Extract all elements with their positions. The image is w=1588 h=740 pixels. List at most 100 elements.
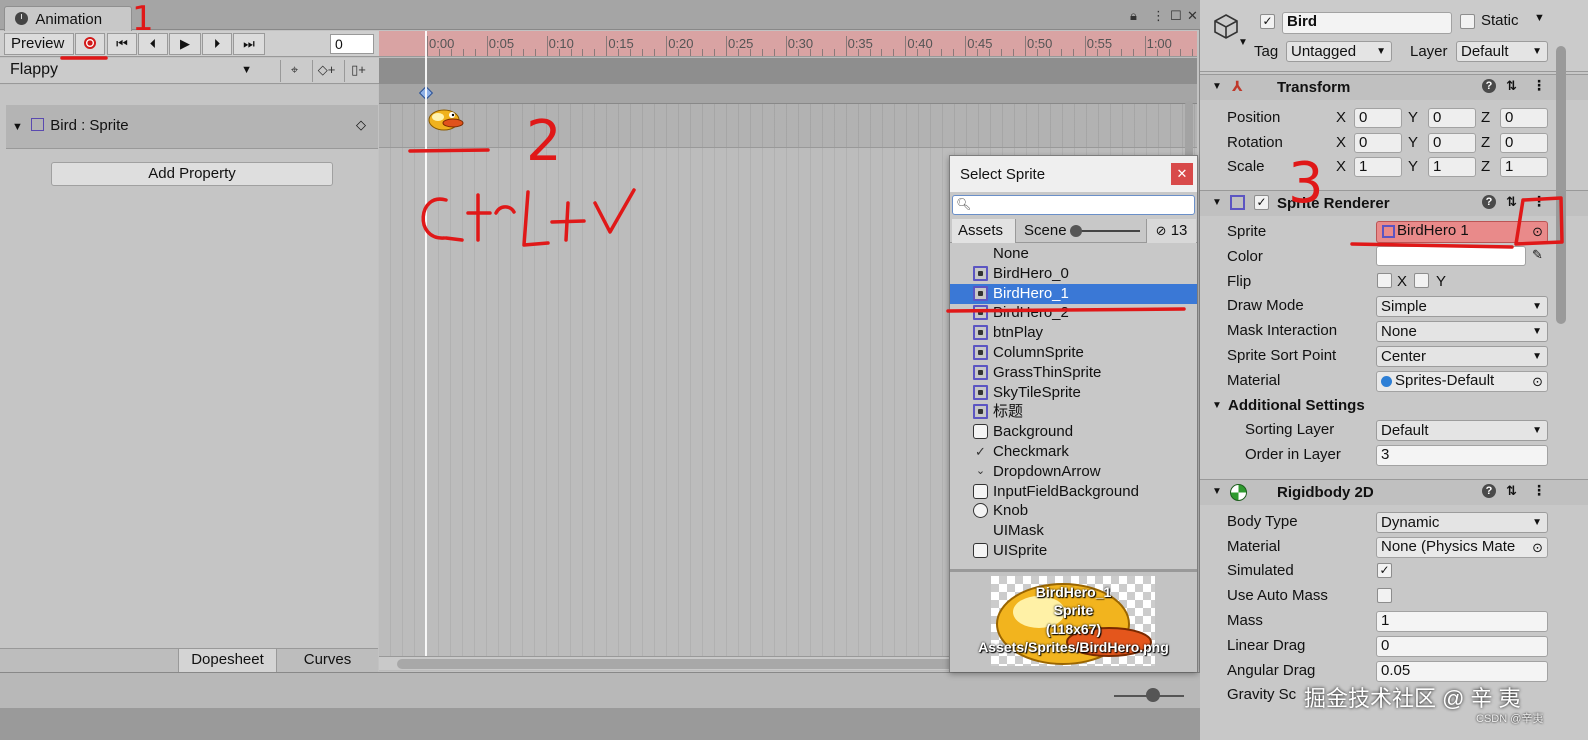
sprite-list-item[interactable]: Background — [950, 422, 1197, 442]
sprite-list-item[interactable]: BirdHero_0 — [950, 264, 1197, 284]
static-checkbox[interactable] — [1460, 14, 1475, 29]
inspector-scrollbar[interactable] — [1556, 46, 1566, 324]
hidden-packages-toggle[interactable]: ⊘ 13 — [1146, 219, 1196, 243]
sprite-list-item[interactable]: ✓ Checkmark — [950, 442, 1197, 462]
flip-x-checkbox[interactable] — [1377, 273, 1392, 288]
last-key-button[interactable]: ⏭ — [233, 33, 265, 55]
eyedropper-icon[interactable]: ✎ — [1532, 247, 1543, 263]
object-picker-icon[interactable]: ⊙ — [1532, 223, 1543, 241]
sprite-renderer-enabled-checkbox[interactable]: ✓ — [1254, 195, 1269, 210]
icon-size-slider-track[interactable] — [1074, 230, 1140, 232]
next-key-button[interactable]: ⏵ — [202, 33, 232, 55]
sprite-list-item[interactable]: ⌄ DropdownArrow — [950, 462, 1197, 482]
transform-y-field[interactable]: 0 — [1428, 133, 1476, 153]
preview-button[interactable]: Preview — [4, 33, 74, 55]
animation-tab[interactable]: Animation — [4, 6, 132, 31]
sprite-list-item[interactable]: SkyTileSprite — [950, 383, 1197, 403]
draw-mode-dropdown[interactable]: Simple ▼ — [1376, 296, 1548, 317]
sprite-list-item[interactable]: BirdHero_2 — [950, 303, 1197, 323]
order-in-layer-field[interactable]: 3 — [1376, 445, 1548, 466]
add-property-button[interactable]: Add Property — [51, 162, 333, 186]
additional-settings-label[interactable]: Additional Settings — [1228, 397, 1365, 414]
keyframe-diamond-icon[interactable]: ◇ — [356, 117, 366, 133]
time-ruler[interactable]: 0:00 0:05 0:10 0:15 0:20 0:25 0:30 0:35 0:40 0:45… — [379, 31, 1197, 57]
first-key-button[interactable]: ⏮ — [107, 33, 137, 55]
mask-interaction-dropdown[interactable]: None ▼ — [1376, 321, 1548, 342]
playhead[interactable] — [425, 31, 427, 656]
sprite-key-row[interactable] — [379, 104, 1197, 148]
presets-icon[interactable]: ⇅ — [1506, 194, 1517, 210]
sprite-list-item[interactable]: ColumnSprite — [950, 343, 1197, 363]
transform-z-field[interactable]: 0 — [1500, 108, 1548, 128]
record-button[interactable] — [75, 33, 105, 55]
presets-icon[interactable]: ⇅ — [1506, 483, 1517, 499]
axis-y-label[interactable]: Y — [1408, 109, 1418, 126]
tag-dropdown[interactable]: Untagged ▼ — [1286, 41, 1392, 62]
sprite-list-item[interactable]: btnPlay — [950, 323, 1197, 343]
active-checkbox[interactable]: ✓ — [1260, 14, 1275, 29]
sprite-list-item[interactable]: 标题 — [950, 402, 1197, 422]
mass-field[interactable]: 1 — [1376, 611, 1548, 632]
more-menu-icon[interactable]: ⋮ — [1152, 8, 1165, 24]
material-field[interactable]: Sprites-Default ⊙ — [1376, 371, 1548, 392]
help-icon[interactable]: ? — [1482, 79, 1496, 93]
clip-dropdown[interactable]: Flappy ▼ — [4, 60, 258, 82]
zoom-slider-knob[interactable] — [1146, 688, 1160, 702]
expand-triangle-icon[interactable]: ▼ — [1212, 486, 1222, 497]
frame-field[interactable]: 0 — [330, 34, 374, 54]
axis-z-label[interactable]: Z — [1481, 109, 1490, 126]
sprite-list-item[interactable]: BirdHero_1 — [950, 283, 1197, 304]
axis-y-label[interactable]: Y — [1408, 134, 1418, 151]
lock-icon[interactable]: 🔒︎ — [1130, 8, 1137, 24]
sprite-list-item[interactable]: UISprite — [950, 541, 1197, 561]
more-menu-icon[interactable]: ⋮ — [1532, 77, 1546, 94]
bird-sprite-keyframe[interactable] — [426, 106, 468, 132]
layer-dropdown[interactable]: Default ▼ — [1456, 41, 1548, 62]
maximize-icon[interactable]: ☐ — [1170, 8, 1182, 24]
tab-scene[interactable]: Scene — [1018, 219, 1074, 243]
add-keyframe-target-icon[interactable]: ⌖ — [280, 60, 308, 82]
use-auto-mass-checkbox[interactable] — [1377, 588, 1392, 603]
angular-drag-field[interactable]: 0.05 — [1376, 661, 1548, 682]
transform-z-field[interactable]: 1 — [1500, 157, 1548, 177]
rb-material-field[interactable]: None (Physics Mate ⊙ — [1376, 537, 1548, 558]
close-icon[interactable]: ✕ — [1187, 8, 1198, 24]
expand-triangle-icon[interactable]: ▼ — [1212, 81, 1222, 92]
help-icon[interactable]: ? — [1482, 195, 1496, 209]
axis-z-label[interactable]: Z — [1481, 158, 1490, 175]
color-field[interactable] — [1376, 246, 1526, 266]
axis-z-label[interactable]: Z — [1481, 134, 1490, 151]
presets-icon[interactable]: ⇅ — [1506, 78, 1517, 94]
add-event-icon[interactable]: ▯+ — [344, 60, 372, 82]
expand-triangle-icon[interactable]: ▼ — [1212, 197, 1222, 208]
linear-drag-field[interactable]: 0 — [1376, 636, 1548, 657]
transform-y-field[interactable]: 0 — [1428, 108, 1476, 128]
picker-close-button[interactable]: ✕ — [1171, 163, 1193, 185]
sprite-list-item[interactable]: UIMask — [950, 521, 1197, 541]
play-button[interactable]: ▶ — [169, 33, 201, 55]
sprite-renderer-header[interactable]: ▼ ✓ Sprite Renderer ? ⇅ ⋮ — [1200, 190, 1588, 216]
transform-x-field[interactable]: 0 — [1354, 108, 1402, 128]
transform-y-field[interactable]: 1 — [1428, 157, 1476, 177]
more-menu-icon[interactable]: ⋮ — [1532, 193, 1546, 210]
axis-x-label[interactable]: X — [1336, 134, 1346, 151]
transform-z-field[interactable]: 0 — [1500, 133, 1548, 153]
tab-assets[interactable]: Assets — [952, 219, 1016, 243]
body-type-dropdown[interactable]: Dynamic ▼ — [1376, 512, 1548, 533]
name-field[interactable]: Bird — [1282, 12, 1452, 34]
prev-key-button[interactable]: ⏴ — [138, 33, 168, 55]
tab-dopesheet[interactable]: Dopesheet — [178, 649, 276, 673]
axis-y-label[interactable]: Y — [1408, 158, 1418, 175]
sprite-list-item[interactable]: Knob — [950, 501, 1197, 521]
transform-x-field[interactable]: 0 — [1354, 133, 1402, 153]
flip-y-checkbox[interactable] — [1414, 273, 1429, 288]
event-row[interactable] — [379, 58, 1197, 84]
expand-triangle-icon[interactable]: ▼ — [1212, 400, 1222, 411]
transform-x-field[interactable]: 1 — [1354, 157, 1402, 177]
chevron-down-icon[interactable]: ▼ — [1238, 37, 1248, 48]
sprite-field[interactable]: BirdHero 1 ⊙ — [1376, 221, 1548, 243]
gameobject-cube-icon[interactable] — [1212, 12, 1240, 40]
sprite-list-item[interactable]: None — [950, 244, 1197, 264]
expand-triangle-icon[interactable]: ▼ — [12, 121, 23, 133]
sprite-list-item[interactable]: GrassThinSprite — [950, 363, 1197, 383]
